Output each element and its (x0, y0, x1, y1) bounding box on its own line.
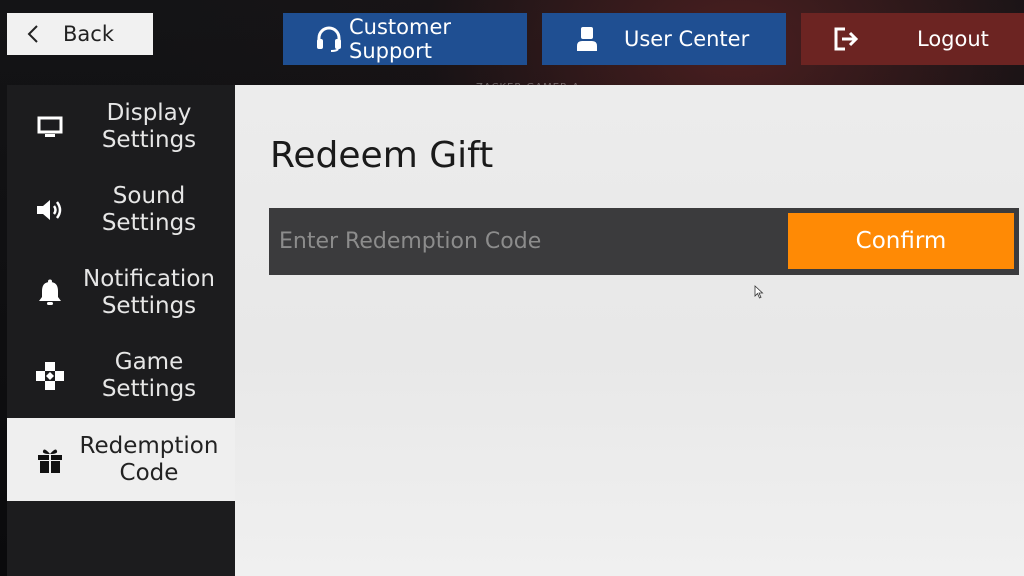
headset-icon (317, 26, 341, 52)
main-panel: Redeem Gift Confirm (235, 85, 1024, 576)
back-label: Back (63, 22, 114, 46)
sidebar-item-sound-settings[interactable]: Sound Settings (7, 168, 235, 251)
back-button[interactable]: Back (7, 13, 153, 55)
customer-support-button[interactable]: Customer Support (283, 13, 527, 65)
logout-button[interactable]: Logout (801, 13, 1024, 65)
gamepad-icon (33, 359, 67, 393)
gift-icon (33, 443, 67, 477)
logout-label: Logout (917, 27, 989, 51)
confirm-button[interactable]: Confirm (788, 213, 1014, 269)
sidebar-item-label: Game Settings (101, 348, 197, 402)
monitor-icon (33, 110, 67, 144)
page-title: Redeem Gift (270, 135, 494, 176)
sidebar-item-notification-settings[interactable]: Notification Settings (7, 251, 235, 334)
speaker-icon (33, 193, 67, 227)
redemption-code-input[interactable] (269, 208, 819, 275)
sidebar-item-label: Display Settings (101, 99, 197, 153)
customer-support-label: Customer Support (349, 15, 452, 63)
sidebar-item-label: Redemption Code (79, 432, 219, 486)
user-icon (577, 27, 597, 51)
settings-sidebar: Display Settings Sound Settings Notificati… (7, 85, 235, 576)
user-center-label: User Center (624, 27, 750, 51)
sidebar-item-redemption-code[interactable]: Redemption Code (7, 418, 235, 501)
redeem-bar: Confirm (269, 208, 1019, 275)
sidebar-item-label: Notification Settings (83, 265, 215, 319)
chevron-left-icon (27, 25, 38, 43)
logout-icon (834, 27, 859, 51)
bell-icon (33, 276, 67, 310)
sidebar-item-display-settings[interactable]: Display Settings (7, 85, 235, 168)
mouse-cursor-icon (754, 285, 764, 299)
sidebar-item-label: Sound Settings (101, 182, 197, 236)
sidebar-item-game-settings[interactable]: Game Settings (7, 334, 235, 417)
user-center-button[interactable]: User Center (542, 13, 786, 65)
